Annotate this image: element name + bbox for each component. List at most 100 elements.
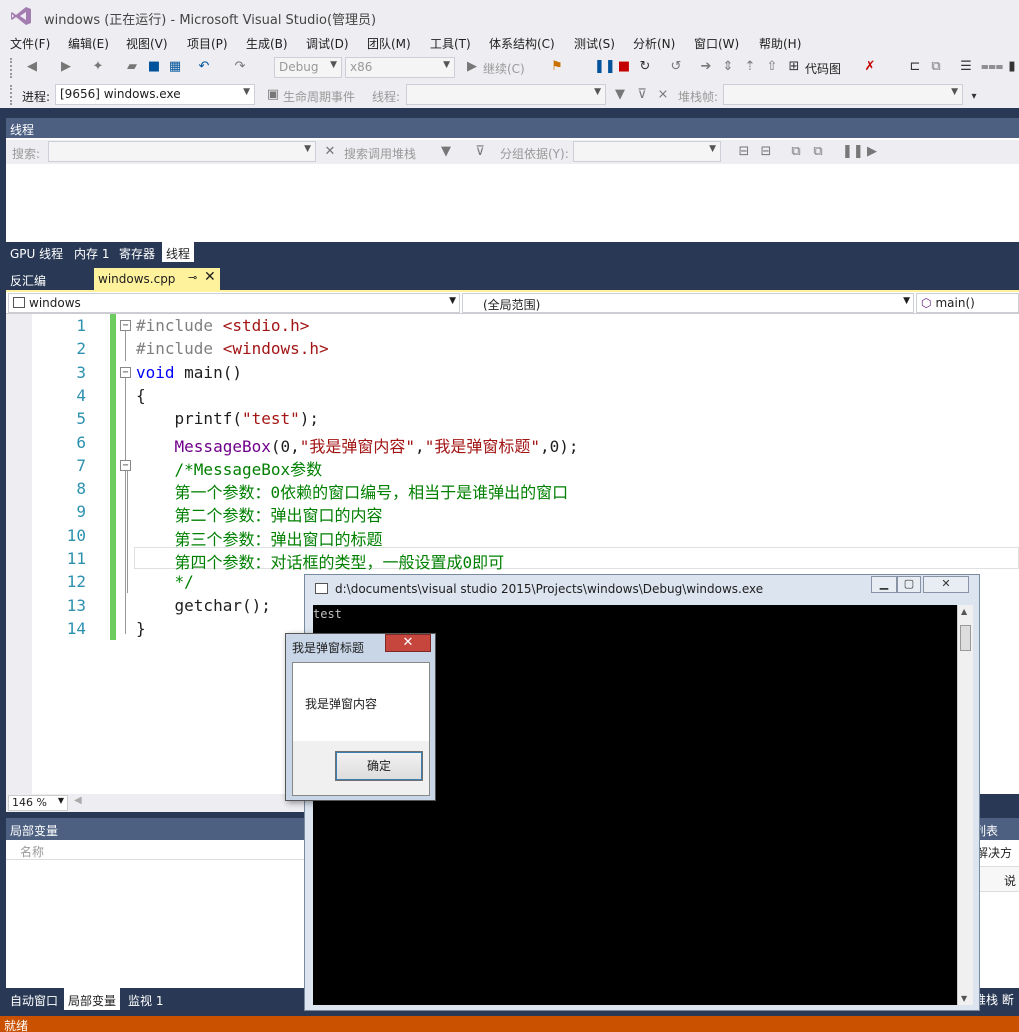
threads-search-input[interactable]: ▼ [48, 141, 316, 162]
expand-groups-icon[interactable]: ⊟ [736, 144, 752, 160]
console-app-icon[interactable] [315, 583, 328, 594]
save-icon[interactable]: ■ [146, 59, 162, 75]
code-line[interactable]: */ [136, 572, 194, 591]
column-header-description[interactable]: 说 [1004, 872, 1016, 889]
breakpoint-toggle-icon[interactable]: ✗ [862, 59, 878, 75]
code-line[interactable]: #include <stdio.h> [136, 316, 309, 335]
console-scrollbar[interactable]: ▲ ▼ [957, 605, 973, 1005]
step-over-icon[interactable]: ⇕ [720, 59, 736, 75]
uncomment-icon[interactable]: ⧉ [928, 59, 944, 75]
tab-disassembly[interactable]: 反汇编 [6, 270, 50, 290]
columns-icon[interactable]: ⧉ [788, 144, 804, 160]
flag-threads-icon[interactable]: ⨯ [655, 87, 671, 103]
threads-window-title[interactable]: 线程 [6, 118, 1019, 138]
scope-combo[interactable]: (全局范围) ▼ [462, 293, 914, 313]
column-header-name[interactable]: 名称 [6, 840, 304, 860]
breakpoint-margin[interactable] [6, 314, 32, 794]
locals-window-title[interactable]: 局部变量 [6, 818, 304, 840]
ok-button[interactable]: 确定 [335, 751, 423, 781]
tab-gpu-threads[interactable]: GPU 线程 [6, 242, 67, 262]
continue-button[interactable]: 继续(C) [483, 60, 525, 77]
undo-icon[interactable]: ↶ [196, 59, 212, 75]
new-project-icon[interactable]: ✦ [90, 59, 106, 75]
menu-build[interactable]: 生成(B) [246, 35, 288, 52]
collapse-groups-icon[interactable]: ⊟ [758, 144, 774, 160]
platform-combo[interactable]: x86 ▼ [345, 57, 455, 78]
scroll-up-icon[interactable]: ▲ [961, 607, 967, 616]
stack-frame-combo[interactable]: ▼ [723, 84, 963, 105]
back-icon[interactable]: ◀ [24, 59, 40, 75]
code-line[interactable]: MessageBox(0,"我是弹窗内容","我是弹窗标题",0); [136, 433, 579, 457]
fold-toggle-icon[interactable]: − [120, 460, 131, 471]
show-next-statement-icon[interactable]: ↺ [668, 59, 684, 75]
toolbar-grip[interactable] [10, 58, 14, 78]
comment-icon[interactable]: ☰ [958, 59, 974, 75]
save-all-icon[interactable]: ▦ [167, 59, 183, 75]
outline-icon[interactable]: ⊏ [907, 59, 923, 75]
menu-window[interactable]: 窗口(W) [694, 35, 739, 52]
toolbar-overflow-icon[interactable]: ▮ [1004, 59, 1019, 75]
fold-toggle-icon[interactable]: − [120, 320, 131, 331]
code-line[interactable]: /*MessageBox参数 [136, 456, 323, 480]
scroll-left-icon[interactable]: ◀ [74, 795, 82, 806]
close-button[interactable]: ✕ [923, 576, 969, 593]
code-map-icon[interactable]: ⊞ [786, 59, 802, 75]
code-map-button[interactable]: 代码图 [805, 60, 841, 77]
code-line[interactable]: void main() [136, 363, 242, 382]
menu-team[interactable]: 团队(M) [367, 35, 411, 52]
toolbar-grip[interactable] [10, 85, 14, 105]
attach-icon[interactable]: ⚑ [549, 59, 565, 75]
lifecycle-icon[interactable]: ▣ [265, 87, 281, 103]
restart-icon[interactable]: ↻ [637, 59, 653, 75]
forward-icon[interactable]: ▶ [58, 59, 74, 75]
tab-autos[interactable]: 自动窗口 [6, 988, 62, 1010]
menu-test[interactable]: 测试(S) [574, 35, 615, 52]
freeze-threads-icon[interactable]: ❚❚ [842, 144, 864, 160]
menu-file[interactable]: 文件(F) [10, 35, 50, 52]
member-combo[interactable]: ⬡ main() [916, 293, 1019, 313]
fold-toggle-icon[interactable]: − [120, 367, 131, 378]
tab-threads[interactable]: 线程 [162, 242, 195, 262]
break-all-icon[interactable]: ❚❚ [594, 59, 616, 75]
code-line[interactable]: 第三个参数：弹出窗口的标题 [136, 526, 383, 550]
toolbar-overflow-icon[interactable]: ▾ [966, 89, 982, 105]
group-by-combo[interactable]: ▼ [573, 141, 721, 162]
open-icon[interactable]: ▰ [124, 59, 140, 75]
menu-debug[interactable]: 调试(D) [306, 35, 349, 52]
pin-icon[interactable]: ⊸ [188, 271, 197, 284]
clear-search-icon[interactable]: ✕ [322, 144, 338, 160]
maximize-button[interactable]: ▢ [897, 576, 921, 593]
minimize-button[interactable]: ▁ [871, 576, 897, 593]
code-line[interactable]: 第一个参数：0依赖的窗口编号，相当于是谁弹出的窗口 [136, 479, 569, 503]
tab-watch-1[interactable]: 监视 1 [124, 988, 167, 1010]
menu-view[interactable]: 视图(V) [126, 35, 168, 52]
zoom-combo[interactable]: 146 % ▼ [8, 795, 68, 811]
columns-icon-2[interactable]: ⧉ [810, 144, 826, 160]
project-combo[interactable]: windows ▼ [8, 293, 460, 313]
code-line[interactable]: #include <windows.h> [136, 339, 329, 358]
filter-icon[interactable]: ▼ [612, 87, 628, 103]
thaw-threads-icon[interactable]: ▶ [864, 144, 880, 160]
menu-project[interactable]: 项目(P) [187, 35, 228, 52]
menu-architecture[interactable]: 体系结构(C) [489, 35, 555, 52]
code-line[interactable]: printf("test"); [136, 409, 320, 428]
thread-combo[interactable]: ▼ [406, 84, 606, 105]
process-combo[interactable]: [9656] windows.exe ▼ [55, 84, 255, 105]
code-line[interactable]: } [136, 619, 146, 638]
lifecycle-events-button[interactable]: 生命周期事件 [283, 88, 355, 105]
step-up-icon[interactable]: ⇧ [764, 59, 780, 75]
tab-memory-1[interactable]: 内存 1 [70, 242, 113, 262]
tab-locals[interactable]: 局部变量 [64, 988, 121, 1010]
redo-icon[interactable]: ↷ [232, 59, 248, 75]
filter-clear-icon[interactable]: ⊽ [634, 87, 650, 103]
message-box-close-button[interactable]: ✕ [385, 634, 431, 652]
search-call-stack-toggle[interactable]: 搜索调用堆栈 [344, 145, 416, 162]
solution-config-combo[interactable]: Debug ▼ [274, 57, 342, 78]
step-into-icon[interactable]: ➔ [698, 59, 714, 75]
flag-icon[interactable]: ▼ [438, 144, 454, 160]
menu-edit[interactable]: 编辑(E) [68, 35, 109, 52]
step-out-icon[interactable]: ⇡ [742, 59, 758, 75]
code-line[interactable]: getchar(); [136, 596, 271, 615]
menu-tools[interactable]: 工具(T) [430, 35, 471, 52]
close-icon[interactable]: ✕ [204, 269, 216, 285]
